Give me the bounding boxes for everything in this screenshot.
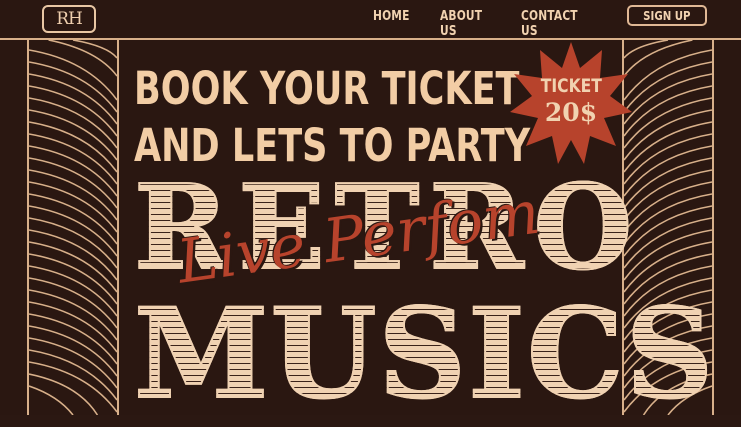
musics-word: MUSICS — [133, 282, 716, 427]
page: RH HOME ABOUT US CONTACT US SIGN UP BOOK… — [0, 0, 741, 427]
nav-contact-link[interactable]: CONTACT US — [521, 9, 578, 39]
hero-headline: BOOK YOUR TICKET AND LETS TO PARTY — [134, 60, 530, 174]
ticket-label: TICKET — [540, 75, 602, 97]
headline-line-1: BOOK YOUR TICKET — [134, 62, 520, 115]
logo-text: RH — [56, 9, 83, 29]
nav-home-link[interactable]: HOME — [373, 9, 410, 24]
stripe-pattern-left — [29, 40, 117, 415]
nav-about-link[interactable]: ABOUT US — [440, 9, 482, 39]
ticket-price-badge[interactable]: TICKET 20$ — [508, 40, 634, 166]
left-decorative-panel — [27, 40, 119, 415]
top-navigation-bar: RH HOME ABOUT US CONTACT US SIGN UP — [0, 0, 741, 40]
sign-up-label: SIGN UP — [643, 8, 691, 23]
sign-up-button[interactable]: SIGN UP — [627, 5, 707, 26]
musics-title: MUSICS — [133, 282, 727, 427]
ticket-price: 20$ — [544, 98, 598, 127]
logo[interactable]: RH — [42, 5, 96, 33]
